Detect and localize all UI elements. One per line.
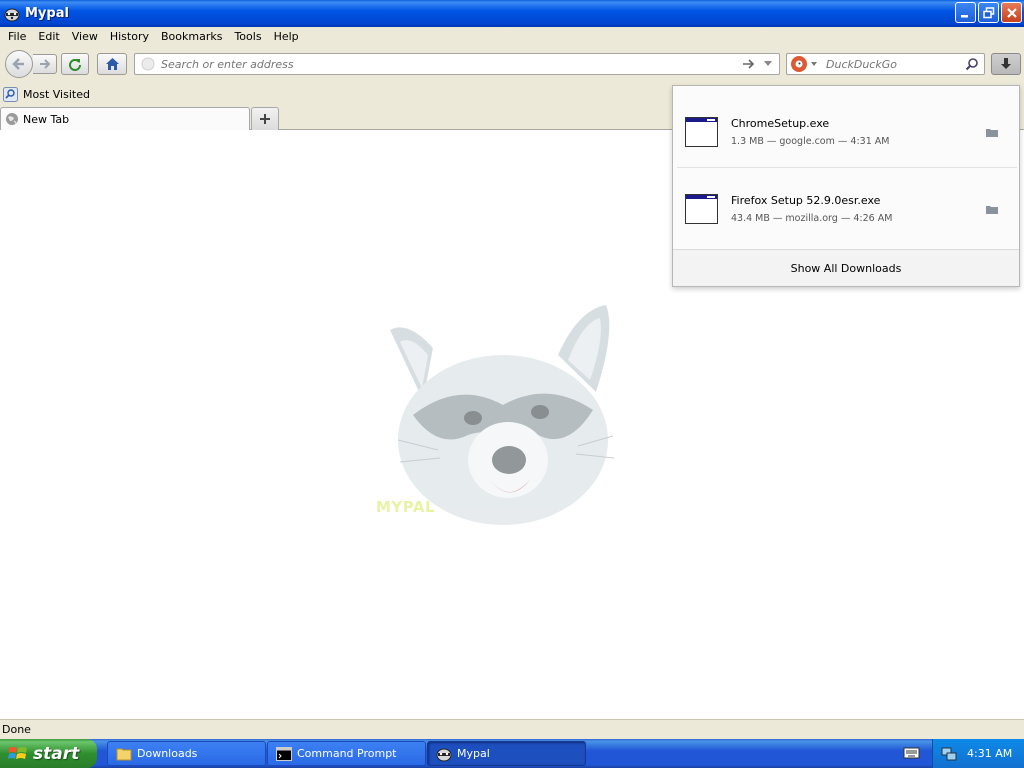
taskbar-item-label: Mypal: [457, 747, 490, 760]
new-tab-button[interactable]: [251, 107, 279, 130]
network-icon[interactable]: [941, 746, 957, 762]
download-item[interactable]: Firefox Setup 52.9.0esr.exe 43.4 MB — mo…: [677, 167, 1017, 243]
taskbar-item-label: Command Prompt: [297, 747, 397, 760]
chevron-down-icon: [764, 61, 772, 66]
menu-file[interactable]: File: [2, 30, 32, 43]
windows-logo-icon: [8, 746, 27, 759]
download-arrow-icon: [1001, 58, 1011, 69]
downloads-panel: ChromeSetup.exe 1.3 MB — google.com — 4:…: [672, 85, 1020, 287]
menu-bookmarks[interactable]: Bookmarks: [155, 30, 228, 43]
menu-edit[interactable]: Edit: [32, 30, 65, 43]
mascot-logo-text: MYPAL: [376, 498, 436, 516]
taskbar: start Downloads Command Prompt Mypal 4:3…: [0, 739, 1024, 768]
search-input[interactable]: [826, 57, 964, 71]
download-item[interactable]: ChromeSetup.exe 1.3 MB — google.com — 4:…: [677, 90, 1017, 166]
menu-tools[interactable]: Tools: [228, 30, 267, 43]
restore-icon: [982, 6, 994, 18]
home-button[interactable]: [97, 53, 127, 75]
taskbar-item-label: Downloads: [137, 747, 198, 760]
menu-history[interactable]: History: [104, 30, 155, 43]
go-button[interactable]: [741, 58, 757, 70]
download-file-meta: 43.4 MB — mozilla.org — 4:26 AM: [731, 213, 893, 224]
taskbar-item-downloads[interactable]: Downloads: [107, 741, 266, 766]
application-file-icon: [685, 194, 718, 224]
close-icon: [1006, 7, 1017, 18]
start-button[interactable]: start: [0, 739, 97, 768]
raccoon-mascot-image: [390, 305, 615, 525]
page-globe-icon: [141, 57, 155, 71]
navigation-toolbar: [0, 46, 1024, 82]
status-text: Done: [2, 723, 31, 736]
tab-label: New Tab: [23, 112, 70, 126]
keyboard-layout-icon[interactable]: [903, 745, 920, 761]
search-bar[interactable]: [786, 53, 985, 75]
forward-arrow-icon: [39, 59, 50, 69]
menu-view[interactable]: View: [66, 30, 104, 43]
window-title: Mypal: [25, 6, 69, 21]
application-file-icon: [685, 117, 718, 147]
most-visited-icon: [3, 87, 18, 102]
show-all-downloads-button[interactable]: Show All Downloads: [673, 249, 1019, 286]
folder-icon: [116, 746, 132, 762]
url-history-dropdown[interactable]: [761, 60, 775, 68]
clock[interactable]: 4:31 AM: [967, 747, 1012, 760]
restore-button[interactable]: [978, 2, 999, 23]
start-label: start: [33, 743, 80, 764]
back-arrow-icon: [12, 58, 24, 70]
title-bar[interactable]: Mypal: [0, 0, 1024, 27]
tab-new-tab[interactable]: New Tab: [0, 107, 250, 130]
home-icon: [105, 58, 119, 70]
open-containing-folder-icon[interactable]: [984, 125, 1000, 139]
globe-icon: [6, 113, 18, 125]
cmd-icon: [276, 746, 292, 762]
show-all-downloads-label: Show All Downloads: [790, 261, 902, 275]
back-button[interactable]: [5, 50, 33, 78]
url-input[interactable]: [161, 57, 741, 71]
download-file-name: Firefox Setup 52.9.0esr.exe: [731, 194, 881, 207]
duckduckgo-icon[interactable]: [791, 56, 807, 72]
forward-button[interactable]: [33, 54, 57, 74]
system-tray: 4:31 AM: [932, 739, 1024, 768]
search-button[interactable]: [964, 57, 980, 71]
reload-icon: [69, 59, 81, 71]
taskbar-item-mypal[interactable]: Mypal: [427, 741, 586, 766]
menu-help[interactable]: Help: [268, 30, 305, 43]
close-button[interactable]: [1001, 2, 1022, 23]
bookmark-most-visited[interactable]: Most Visited: [23, 88, 90, 101]
go-arrow-icon: [743, 59, 755, 69]
taskbar-item-command-prompt[interactable]: Command Prompt: [267, 741, 426, 766]
reload-button[interactable]: [61, 53, 89, 75]
plus-icon: [260, 114, 270, 124]
mypal-app-icon[interactable]: [4, 6, 20, 22]
mypal-icon: [436, 746, 452, 762]
address-bar[interactable]: [134, 53, 780, 75]
minimize-button[interactable]: [955, 2, 976, 23]
download-file-meta: 1.3 MB — google.com — 4:31 AM: [731, 136, 890, 147]
download-file-name: ChromeSetup.exe: [731, 117, 830, 130]
minimize-icon: [961, 15, 968, 18]
search-icon: [965, 58, 978, 71]
open-containing-folder-icon[interactable]: [984, 202, 1000, 216]
engine-dropdown-icon[interactable]: [810, 61, 818, 67]
downloads-button[interactable]: [991, 53, 1021, 75]
menu-bar: File Edit View History Bookmarks Tools H…: [0, 27, 1024, 46]
status-bar: Done: [0, 719, 1024, 739]
